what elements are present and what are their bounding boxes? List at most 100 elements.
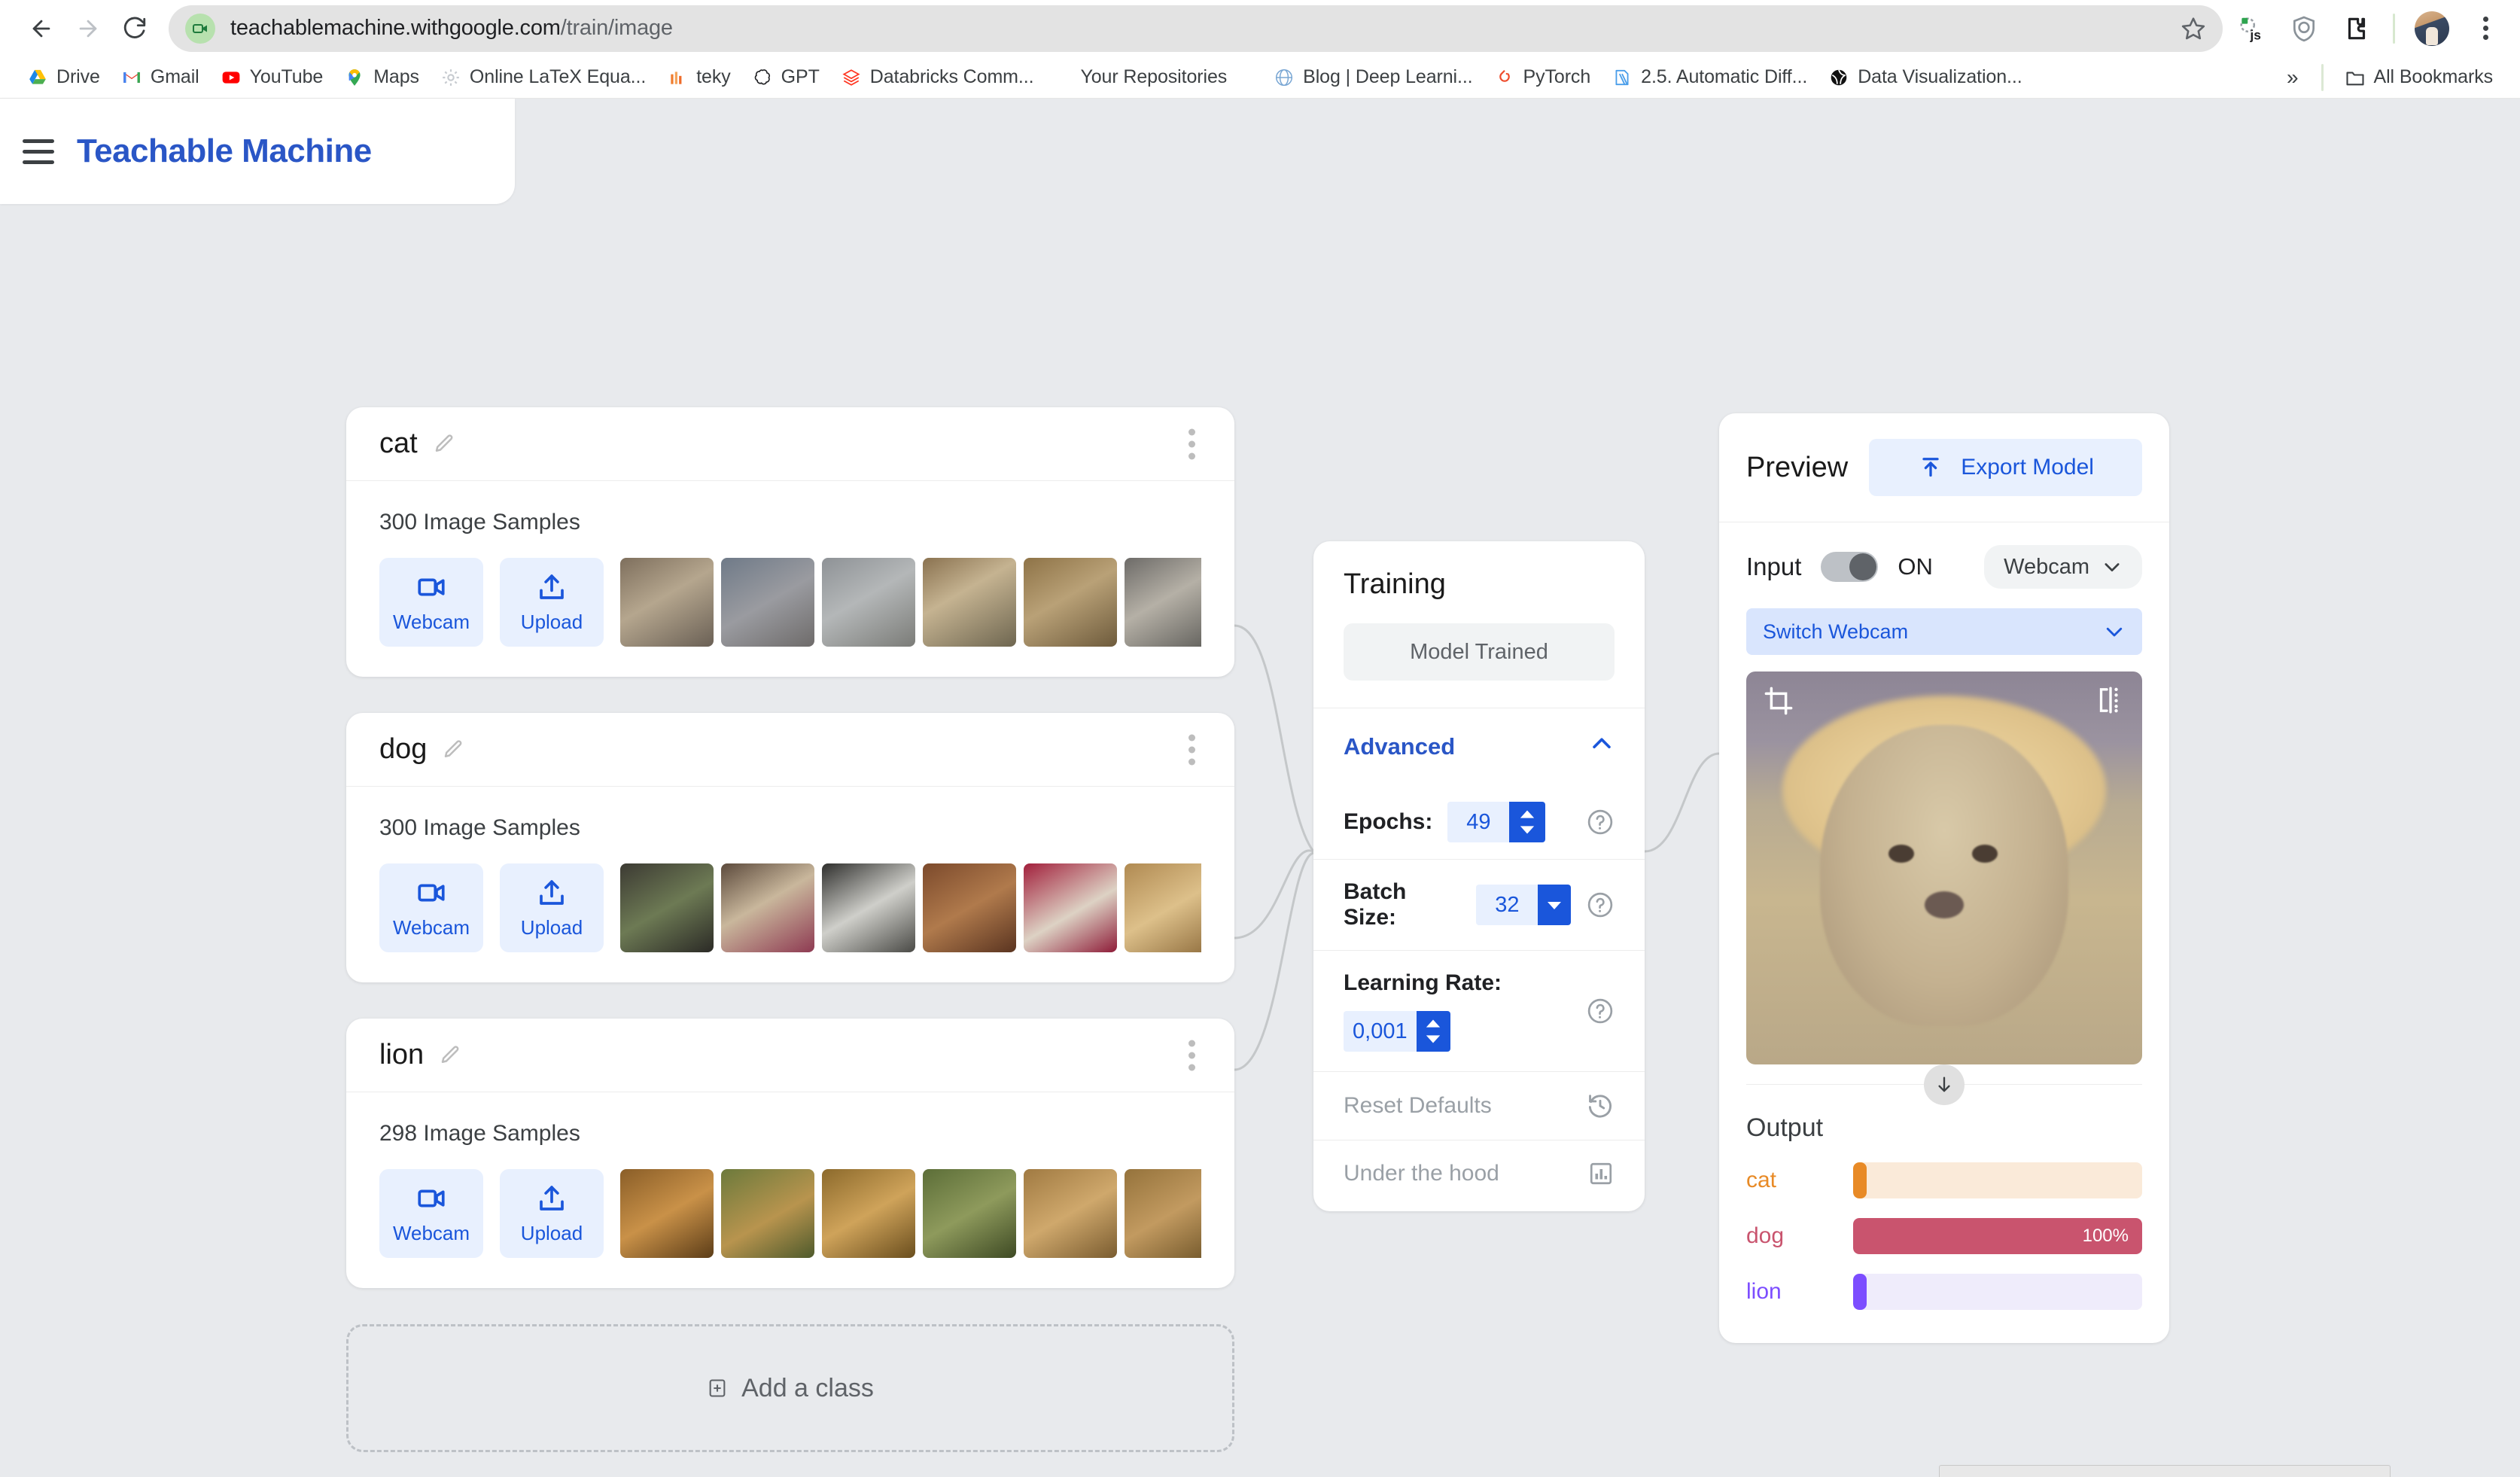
webcam-button[interactable]: Webcam [379,863,483,952]
bookmark-data-visualization[interactable]: Data Visualization... [1818,61,2032,93]
sample-thumbnail[interactable] [822,863,915,952]
bookmark-youtube[interactable]: YouTube [210,61,334,93]
reload-icon[interactable] [111,5,158,52]
batch-size-value[interactable]: 32 [1476,885,1538,925]
prediction-fill [1853,1274,1867,1310]
learning-rate-value[interactable]: 0,001 [1344,1011,1417,1052]
bookmark-automatic-diff[interactable]: 2.5. Automatic Diff... [1601,61,1818,93]
sample-thumbnail[interactable] [1024,1169,1117,1258]
pencil-icon[interactable] [433,433,455,455]
sample-thumbnail[interactable] [721,863,814,952]
star-icon[interactable] [2181,16,2206,41]
avatar[interactable] [2415,11,2449,46]
javascript-extension-icon[interactable]: js [2235,12,2268,45]
class-card-dog: dog 300 Image Samples Webcam Upload [346,713,1234,982]
bookmark-blog-deep-learning[interactable]: Blog | Deep Learni... [1263,61,1483,93]
bookmark-databricks[interactable]: Databricks Comm... [830,61,1045,93]
learning-rate-stepper[interactable]: 0,001 [1344,1011,1450,1052]
upload-button[interactable]: Upload [500,558,604,647]
bookmark-gmail[interactable]: Gmail [111,61,210,93]
chevron-up-icon[interactable] [1589,731,1615,763]
forward-arrow-icon[interactable] [65,5,111,52]
export-model-button[interactable]: Export Model [1869,439,2142,496]
sample-thumbnail[interactable] [923,1169,1016,1258]
databricks-icon [841,67,862,88]
bookmark-teky[interactable]: teky [656,61,741,93]
class-name[interactable]: dog [379,733,427,766]
sample-thumbnail[interactable] [620,1169,714,1258]
help-circle-icon[interactable] [1586,808,1615,836]
stepper-arrows-icon[interactable] [1416,1011,1450,1052]
hamburger-icon[interactable] [23,139,54,164]
sample-thumbnail[interactable] [620,558,714,647]
stepper-arrows-icon[interactable] [1509,802,1546,842]
arrow-down-icon[interactable] [1924,1064,1965,1105]
sample-thumbnail[interactable] [1125,558,1201,647]
input-source-select[interactable]: Webcam [1984,545,2142,589]
bookmark-your-repositories[interactable]: Your Repositories [1070,61,1237,93]
sample-thumbnail[interactable] [1024,863,1117,952]
sample-thumbnail[interactable] [1024,558,1117,647]
train-model-button[interactable]: Model Trained [1344,623,1615,681]
webcam-button[interactable]: Webcam [379,558,483,647]
bookmark-gpt[interactable]: GPT [741,61,830,93]
sample-thumbnail[interactable] [1125,1169,1201,1258]
advanced-toggle[interactable]: Advanced [1344,731,1615,763]
class-menu-icon[interactable] [1188,428,1195,459]
address-bar[interactable]: teachablemachine.withgoogle.com/train/im… [169,5,2223,52]
sample-thumbnail[interactable] [721,1169,814,1258]
pencil-icon[interactable] [439,1044,461,1067]
class-name[interactable]: lion [379,1039,424,1071]
all-bookmarks-button[interactable]: All Bookmarks [2334,61,2503,93]
input-toggle[interactable] [1821,552,1879,582]
sample-thumbnail[interactable] [923,558,1016,647]
bookmarks-overflow-icon[interactable]: » [2275,65,2311,90]
input-source-value: Webcam [2004,554,2089,579]
bookmark-pytorch[interactable]: PyTorch [1484,61,1602,93]
add-class-label: Add a class [741,1373,874,1402]
sample-thumbnail[interactable] [822,1169,915,1258]
crop-icon[interactable] [1763,685,1794,720]
batch-size-label: Batch Size: [1344,879,1407,930]
webcam-button[interactable]: Webcam [379,1169,483,1258]
epochs-value[interactable]: 49 [1447,802,1510,842]
help-circle-icon[interactable] [1586,997,1615,1025]
class-body: 298 Image Samples Webcam Upload [346,1092,1234,1288]
sample-thumbnail[interactable] [923,863,1016,952]
upload-button[interactable]: Upload [500,863,604,952]
preview-header: Preview Export Model [1719,413,2169,522]
class-menu-icon[interactable] [1188,1040,1195,1070]
webcam-label: Webcam [392,610,470,633]
epochs-stepper[interactable]: 49 [1447,802,1546,842]
sample-thumbnail[interactable] [1125,863,1201,952]
prediction-row-lion: lion [1746,1274,2142,1310]
help-circle-icon[interactable] [1586,891,1615,919]
webcam-preview[interactable] [1746,672,2142,1064]
bookmark-drive[interactable]: Drive [17,61,111,93]
chevron-down-icon[interactable] [1538,885,1571,925]
class-menu-icon[interactable] [1188,734,1195,765]
back-arrow-icon[interactable] [18,5,65,52]
class-name[interactable]: cat [379,428,418,460]
batch-size-select[interactable]: 32 [1476,885,1571,925]
bookmark-maps[interactable]: Maps [333,61,430,93]
under-the-hood-button[interactable]: Under the hood [1344,1160,1615,1187]
vertical-kebab-icon[interactable] [2469,12,2502,45]
puzzle-extension-icon[interactable] [2340,12,2373,45]
sample-thumbnail[interactable] [721,558,814,647]
shield-extension-icon[interactable] [2287,12,2321,45]
switch-webcam-select[interactable]: Switch Webcam [1746,608,2142,655]
flip-icon[interactable] [2095,685,2126,719]
sample-thumbnail[interactable] [620,863,714,952]
reset-defaults-button[interactable]: Reset Defaults [1344,1092,1615,1120]
prediction-bar [1853,1162,2142,1198]
sample-thumbnail[interactable] [822,558,915,647]
bookmarks-divider [2321,63,2324,91]
pencil-icon[interactable] [442,738,464,761]
bookmark-label: Online LaTeX Equa... [469,66,647,87]
upload-button[interactable]: Upload [500,1169,604,1258]
bookmark-online-latex[interactable]: Online LaTeX Equa... [430,61,656,93]
add-class-button[interactable]: Add a class [346,1324,1234,1452]
all-bookmarks-label: All Bookmarks [2373,66,2494,87]
sample-thumbnails [620,1169,1201,1258]
